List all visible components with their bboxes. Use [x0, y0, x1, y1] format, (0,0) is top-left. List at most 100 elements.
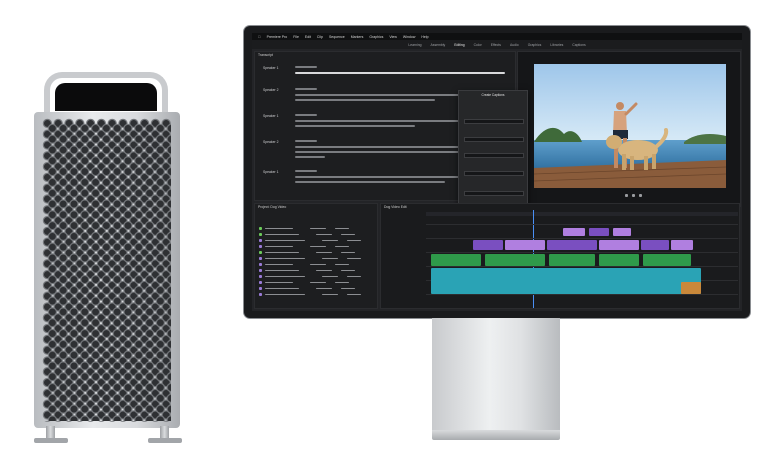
audio-clip[interactable]	[681, 282, 701, 294]
menu-item[interactable]: Help	[421, 35, 428, 39]
transcript-text-line	[295, 125, 415, 127]
project-item[interactable]	[259, 268, 373, 273]
video-clip[interactable]	[473, 240, 503, 250]
project-item-name	[265, 293, 305, 296]
audio-clip[interactable]	[643, 254, 691, 266]
menu-item[interactable]: Graphics	[369, 35, 383, 39]
project-item-media-start	[341, 233, 355, 236]
audio-clip[interactable]	[431, 268, 701, 294]
project-item[interactable]	[259, 250, 373, 255]
project-item-frame-rate	[322, 257, 338, 260]
tower-handle-opening	[55, 83, 157, 111]
video-clip[interactable]	[547, 240, 597, 250]
track-divider	[426, 294, 738, 295]
video-clip[interactable]	[505, 240, 545, 250]
caption-clip[interactable]	[613, 228, 631, 236]
track-divider	[426, 224, 738, 225]
video-frame[interactable]	[534, 64, 726, 188]
project-item-frame-rate	[322, 275, 338, 278]
audio-clip[interactable]	[485, 254, 545, 266]
project-panel-title[interactable]: Project: Dog Video	[255, 204, 377, 210]
project-item[interactable]	[259, 262, 373, 267]
project-item-frame-rate	[310, 281, 326, 284]
transcript-speaker: Speaker 1	[263, 170, 279, 174]
project-item-name	[265, 269, 299, 272]
display-stand	[432, 318, 560, 430]
menu-item[interactable]: View	[389, 35, 397, 39]
project-item[interactable]	[259, 226, 373, 231]
workspace-tab[interactable]: Captions	[572, 43, 585, 47]
workspace-tab[interactable]: Effects	[491, 43, 501, 47]
transcript-speaker: Speaker 1	[263, 114, 279, 118]
menu-item[interactable]: Premiere Pro	[267, 35, 288, 39]
transcript-timestamp	[295, 114, 317, 116]
project-item[interactable]	[259, 256, 373, 261]
menu-item[interactable]: Edit	[305, 35, 311, 39]
menu-item[interactable]: Markers	[351, 35, 364, 39]
project-item[interactable]	[259, 280, 373, 285]
workspace-tab[interactable]: Audio	[510, 43, 519, 47]
track-divider	[426, 238, 738, 239]
step-back-icon[interactable]	[624, 194, 628, 197]
project-item-frame-rate	[316, 269, 332, 272]
video-clip[interactable]	[599, 240, 639, 250]
dialog-dropdown[interactable]	[464, 153, 524, 158]
project-item-name	[265, 251, 299, 254]
workspace-tab[interactable]: Libraries	[550, 43, 563, 47]
project-item-frame-rate	[310, 245, 326, 248]
transcript-text-line	[295, 156, 325, 158]
workspace-tab[interactable]: Assembly	[431, 43, 446, 47]
play-icon[interactable]	[631, 194, 635, 197]
project-item[interactable]	[259, 292, 373, 297]
caption-clip[interactable]	[589, 228, 609, 236]
apple-icon[interactable]: 	[258, 35, 261, 39]
transcript-panel-title[interactable]: Transcript	[255, 52, 515, 58]
workspace-tab-active[interactable]: Editing	[454, 43, 464, 47]
audio-clip[interactable]	[431, 254, 481, 266]
project-item[interactable]	[259, 244, 373, 249]
timeline-panel-title[interactable]: Dog Video Edit	[381, 204, 739, 210]
program-monitor	[517, 51, 741, 207]
project-item-color-label	[259, 251, 262, 254]
menu-item[interactable]: Sequence	[329, 35, 345, 39]
project-item-frame-rate	[322, 293, 338, 296]
project-item-media-start	[341, 269, 355, 272]
project-item-media-start	[335, 263, 349, 266]
dialog-dropdown[interactable]	[464, 171, 524, 176]
time-ruler[interactable]	[426, 212, 738, 216]
dialog-dropdown[interactable]	[464, 119, 524, 124]
workspace-tab[interactable]: Color	[474, 43, 482, 47]
project-item-frame-rate	[310, 263, 326, 266]
project-item-name	[265, 281, 293, 284]
project-item-frame-rate	[316, 233, 332, 236]
step-forward-icon[interactable]	[638, 194, 642, 197]
dialog-dropdown[interactable]	[464, 137, 524, 142]
project-item-name	[265, 257, 305, 260]
audio-clip[interactable]	[599, 254, 639, 266]
project-item[interactable]	[259, 238, 373, 243]
display-screen:  Premiere Pro File Edit Clip Sequence M…	[252, 33, 742, 311]
project-item[interactable]	[259, 286, 373, 291]
menu-item[interactable]: Window	[403, 35, 415, 39]
workspace-tab[interactable]: Graphics	[528, 43, 542, 47]
caption-clip[interactable]	[563, 228, 585, 236]
sky	[534, 64, 726, 144]
transcript-timestamp	[295, 66, 317, 68]
project-item-color-label	[259, 275, 262, 278]
transcript-speaker: Speaker 1	[263, 66, 279, 70]
audio-clip[interactable]	[549, 254, 595, 266]
project-item-color-label	[259, 245, 262, 248]
video-clip[interactable]	[671, 240, 693, 250]
project-item-color-label	[259, 281, 262, 284]
project-item-name	[265, 287, 299, 290]
menu-item[interactable]: Clip	[317, 35, 323, 39]
project-item[interactable]	[259, 274, 373, 279]
project-item-frame-rate	[310, 227, 326, 230]
video-clip[interactable]	[641, 240, 669, 250]
workspace-tab[interactable]: Learning	[408, 43, 421, 47]
menu-item[interactable]: File	[293, 35, 299, 39]
project-item-color-label	[259, 293, 262, 296]
dialog-field[interactable]	[464, 191, 524, 196]
project-item[interactable]	[259, 232, 373, 237]
project-item-name	[265, 263, 293, 266]
